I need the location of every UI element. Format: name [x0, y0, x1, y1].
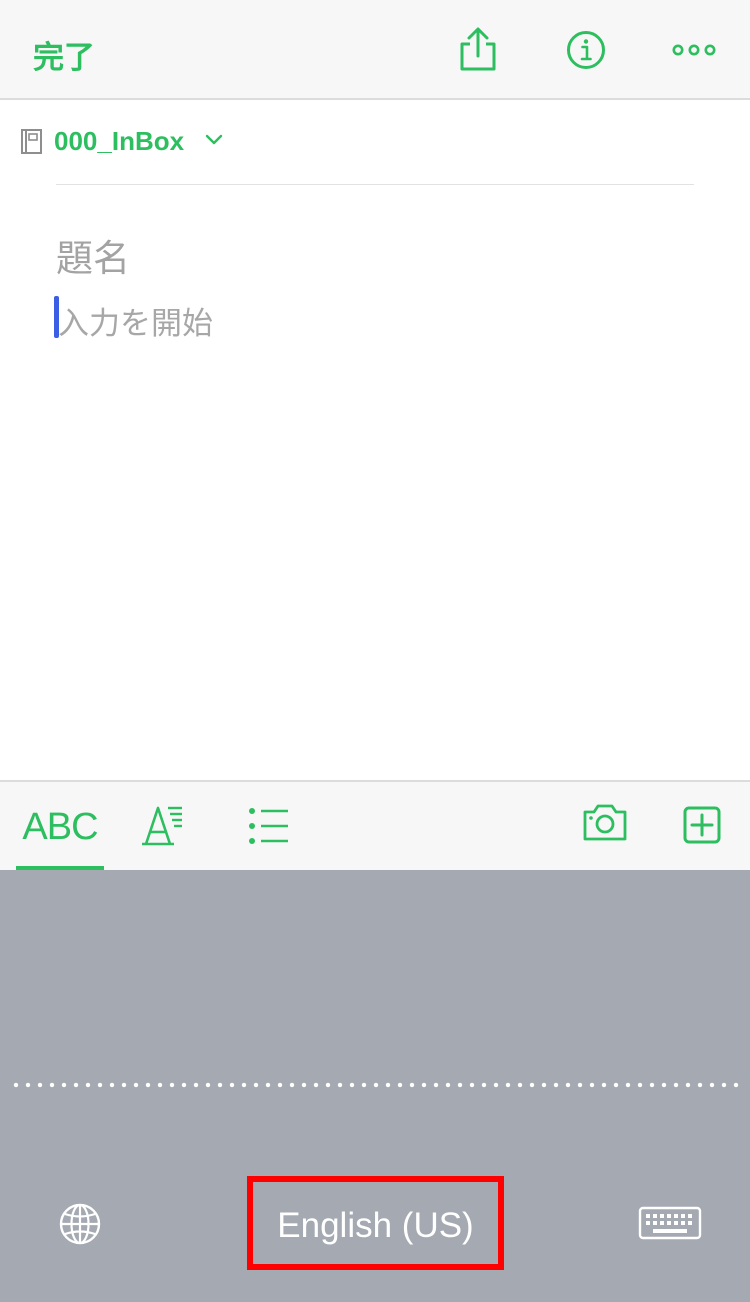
add-icon[interactable]: [683, 806, 721, 844]
divider: [56, 184, 694, 185]
language-label: English (US): [277, 1206, 474, 1245]
chevron-down-icon: [204, 130, 224, 150]
dictation-waveform: [10, 1082, 742, 1088]
notebook-icon: [20, 128, 44, 156]
navigation-bar: 完了: [0, 0, 750, 100]
notebook-selector[interactable]: 000_InBox: [20, 124, 740, 164]
dictation-keyboard: English (US): [0, 870, 750, 1302]
title-input[interactable]: 題名: [56, 228, 696, 279]
tab-abc-label: ABC: [22, 806, 98, 848]
list-icon[interactable]: [246, 806, 292, 846]
keyboard-icon[interactable]: [638, 1206, 702, 1240]
notebook-name: 000_InBox: [54, 126, 185, 156]
share-icon[interactable]: [456, 26, 500, 72]
language-selector[interactable]: English (US): [247, 1176, 504, 1270]
note-body-input[interactable]: 入力を開始: [58, 298, 698, 341]
info-icon[interactable]: [566, 30, 606, 70]
tab-abc[interactable]: ABC: [16, 782, 104, 870]
more-icon[interactable]: [672, 40, 716, 60]
camera-icon[interactable]: [582, 802, 628, 842]
text-format-icon[interactable]: [138, 802, 188, 852]
globe-icon[interactable]: [58, 1202, 102, 1246]
format-toolbar: ABC: [0, 780, 750, 872]
done-button[interactable]: 完了: [33, 32, 95, 77]
